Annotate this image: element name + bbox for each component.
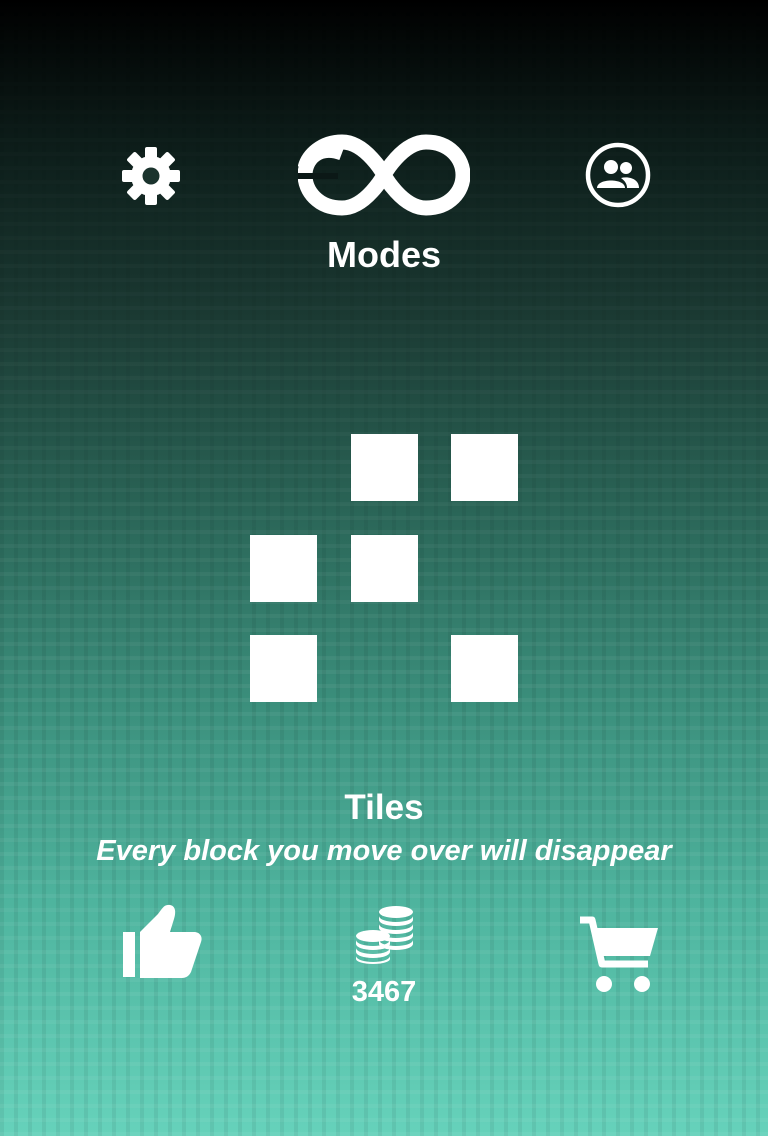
coin-count: 3467 [351,976,417,1008]
cart-icon[interactable] [576,912,660,994]
people-circle-icon[interactable] [585,142,651,208]
mode-preview[interactable] [250,434,518,702]
thumbs-up-icon[interactable] [120,902,204,980]
game-mode-description: Every block you move over will disappear [96,835,672,867]
game-mode-name: Tiles [344,788,424,827]
preview-tile [250,635,317,702]
modes-label[interactable]: Modes [0,234,768,276]
coin-stack-icon [354,904,416,964]
preview-tile [451,434,518,501]
gear-icon[interactable] [120,145,182,207]
preview-tile [351,535,418,602]
preview-tile [451,635,518,702]
infinity-icon[interactable] [298,130,470,220]
preview-tile [250,535,317,602]
preview-tile [351,434,418,501]
